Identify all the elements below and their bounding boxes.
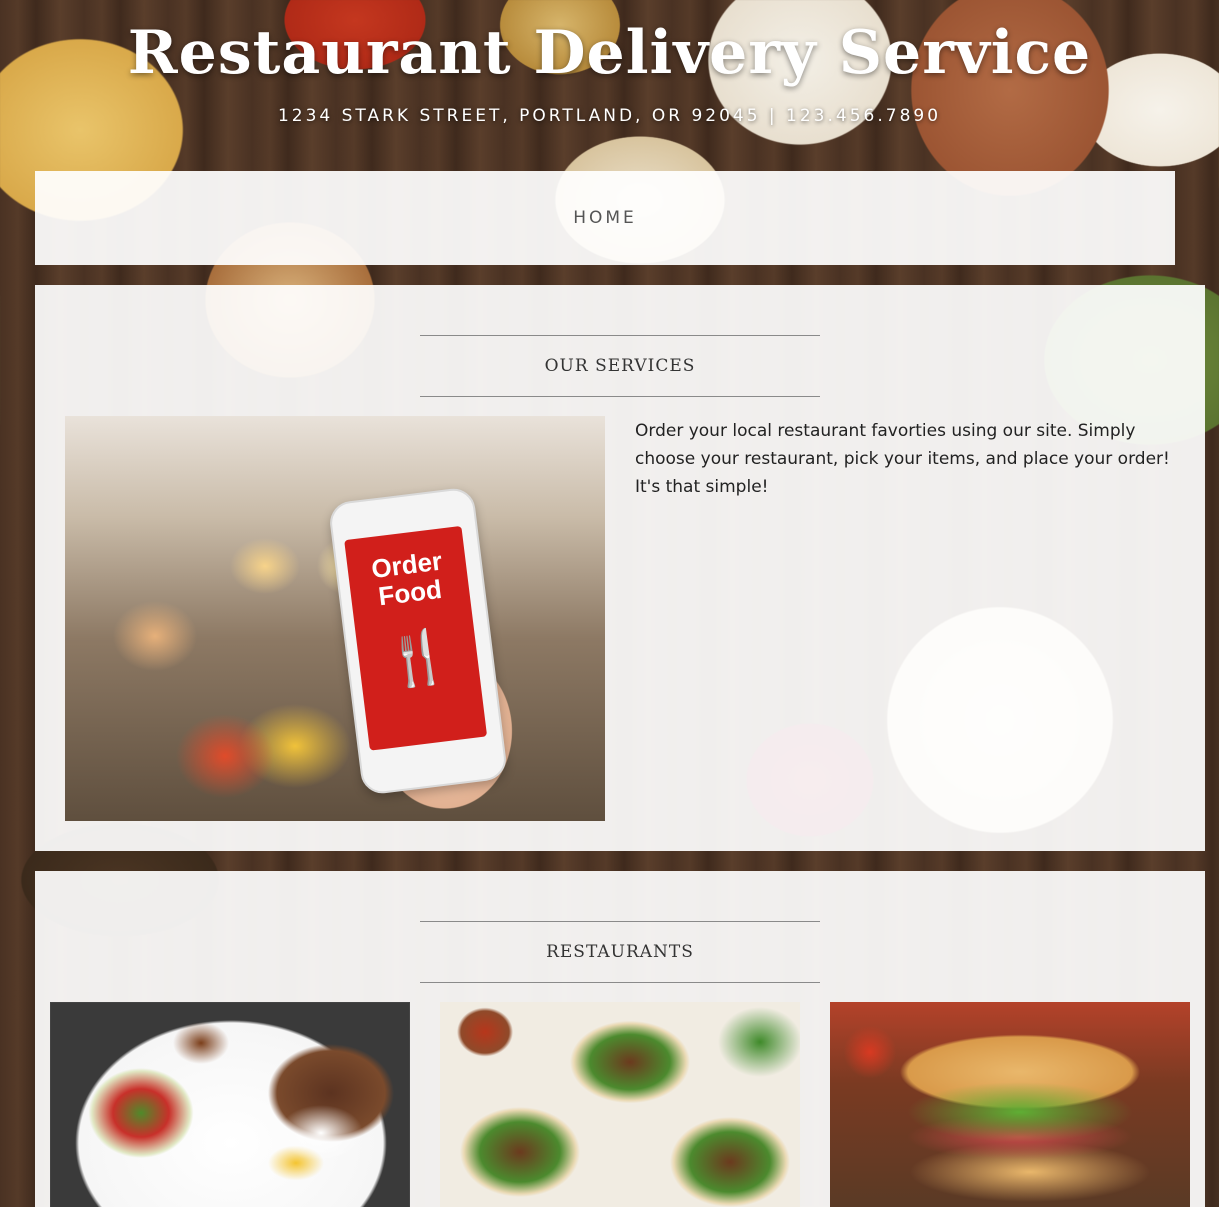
services-description: Order your local restaurant favorties us… — [635, 421, 1170, 497]
fork-spoon-icon: 🍴 — [382, 625, 454, 693]
phone-screen-text: Order Food — [369, 545, 444, 612]
restaurants-section: RESTAURANTS — [35, 871, 1205, 1207]
nav-item-home[interactable]: HOME — [573, 208, 637, 228]
main-nav: HOME — [35, 171, 1175, 265]
services-section: OUR SERVICES Order Food 🍴 Order your loc… — [35, 285, 1205, 851]
restaurant-card-tacos[interactable] — [440, 1002, 800, 1207]
restaurants-heading: RESTAURANTS — [420, 921, 820, 983]
site-title: Restaurant Delivery Service — [127, 18, 1092, 88]
site-header: Restaurant Delivery Service 1234 STARK S… — [0, 0, 1219, 170]
phone-screen: Order Food 🍴 — [344, 525, 488, 751]
site-contact-info: 1234 STARK STREET, PORTLAND, OR 92045 | … — [277, 106, 942, 126]
services-heading-text: OUR SERVICES — [544, 356, 696, 376]
restaurant-card-mediterranean[interactable] — [50, 1002, 410, 1207]
order-food-image: Order Food 🍴 — [65, 416, 605, 821]
restaurants-heading-text: RESTAURANTS — [546, 942, 694, 962]
services-heading: OUR SERVICES — [420, 335, 820, 397]
restaurant-card-sandwich[interactable] — [830, 1002, 1190, 1207]
